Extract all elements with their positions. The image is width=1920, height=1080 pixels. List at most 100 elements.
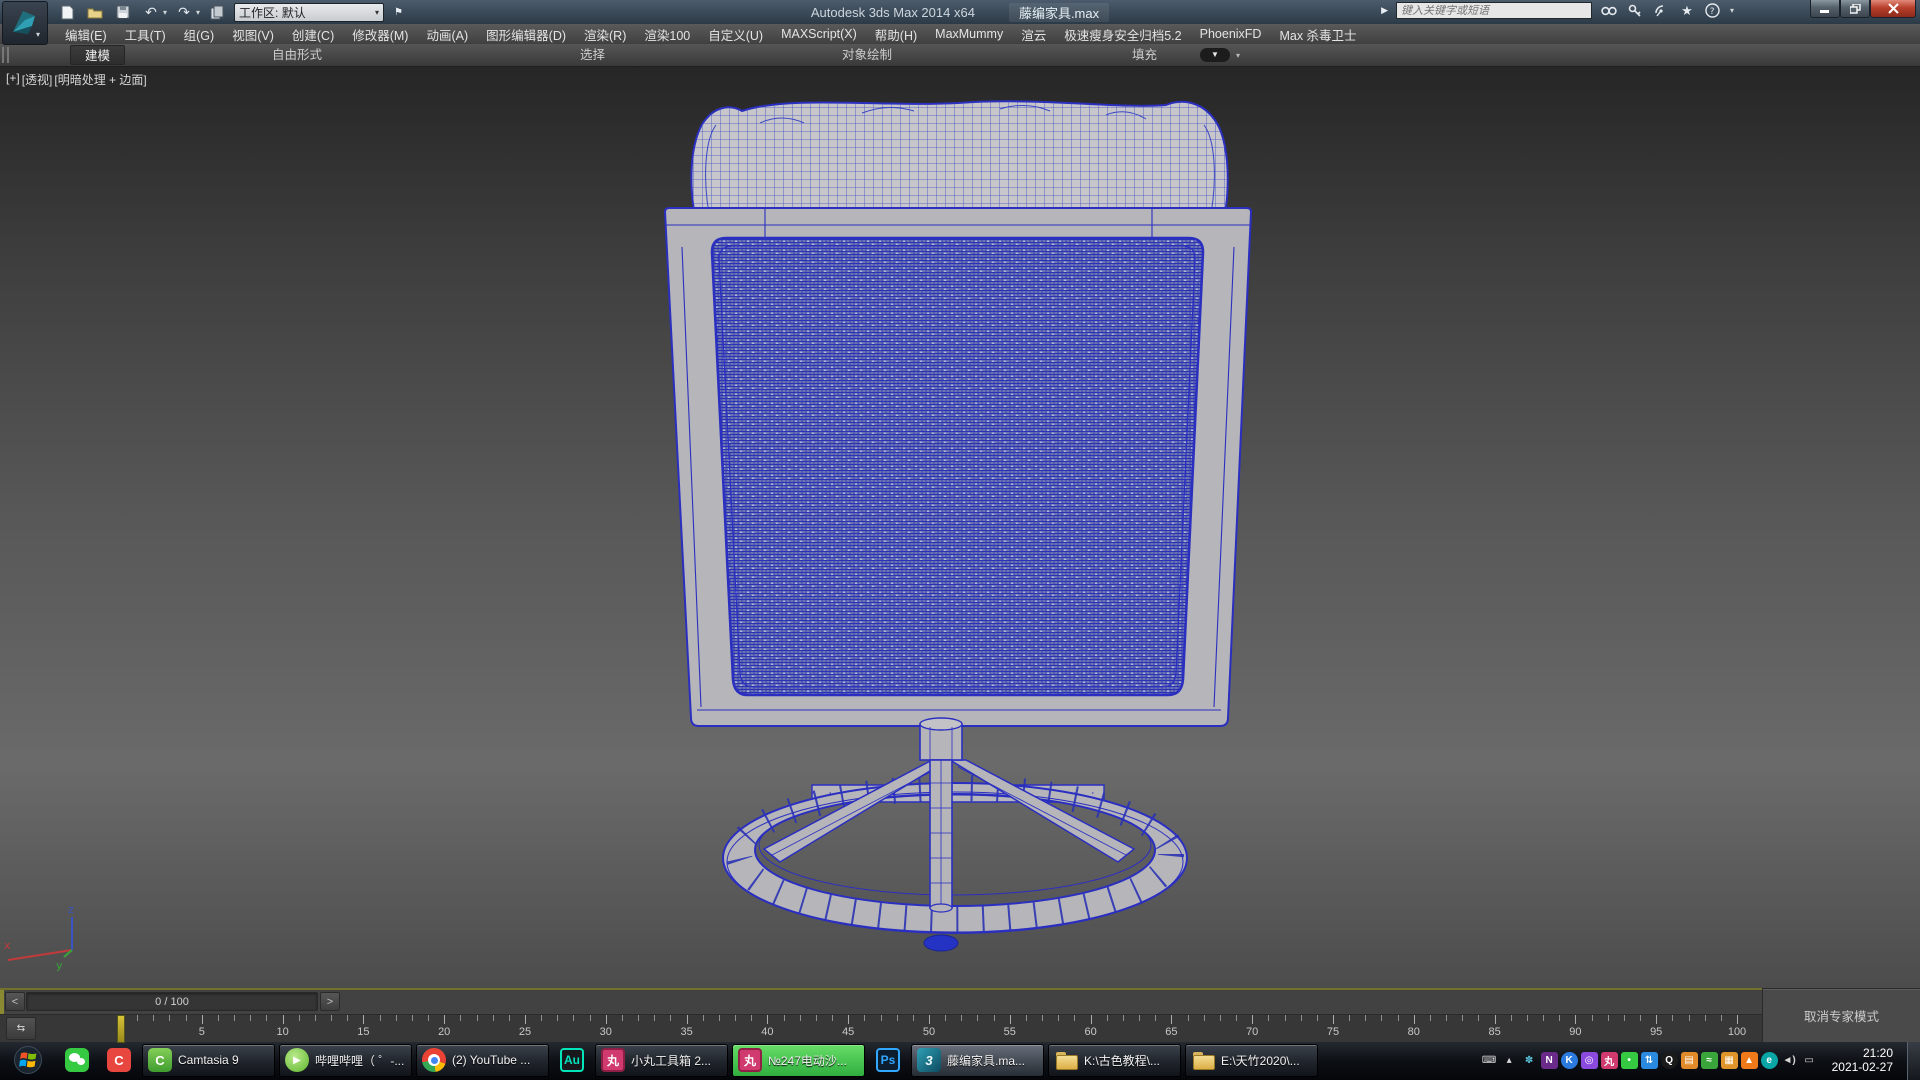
capture-tool-icon[interactable]: ✽ xyxy=(1521,1052,1538,1069)
taskbar-button-camtasia-9[interactable]: CCamtasia 9 xyxy=(142,1044,275,1077)
nx-clip-icon[interactable]: N xyxy=(1541,1052,1558,1069)
ribbon-tab[interactable]: 填充 xyxy=(1118,45,1171,65)
taskbar-button-explorer-k-drive[interactable]: K:\古色教程\... xyxy=(1048,1044,1181,1077)
menu-item[interactable]: 修改器(M) xyxy=(343,25,417,44)
menu-item[interactable]: MAXScript(X) xyxy=(772,27,866,41)
key-icon[interactable] xyxy=(1626,3,1644,19)
ruler-tick xyxy=(1430,1015,1431,1021)
help-dropdown-icon[interactable]: ▾ xyxy=(1730,6,1734,15)
new-file-icon[interactable] xyxy=(56,3,78,22)
touch-keyboard-icon[interactable]: ⌨ xyxy=(1481,1052,1498,1069)
taskbar-button-chrome-youtube[interactable]: (2) YouTube ... xyxy=(416,1044,549,1077)
workspace-flag-icon[interactable]: ⚑ xyxy=(394,7,403,18)
save-icon[interactable] xyxy=(112,3,134,22)
time-slider-handle[interactable] xyxy=(117,1015,125,1043)
folder-icon xyxy=(1191,1048,1215,1072)
menu-item[interactable]: 工具(T) xyxy=(116,25,175,44)
open-file-icon[interactable] xyxy=(84,3,106,22)
taskbar-button-wechat[interactable] xyxy=(58,1043,96,1077)
ruler-tick xyxy=(1689,1015,1690,1021)
time-ruler[interactable]: ⇆ 05101520253035404550556065707580859095… xyxy=(0,1014,1762,1042)
workspace-dropdown-arrow: ▾ xyxy=(375,8,379,17)
ruler-tick xyxy=(331,1015,332,1021)
qq-icon[interactable]: Q xyxy=(1661,1052,1678,1069)
taskbar-button-camtasia[interactable]: C xyxy=(100,1043,138,1077)
redo-dropdown-icon[interactable]: ▾ xyxy=(196,8,200,17)
project-folder-icon[interactable] xyxy=(206,3,228,22)
menu-item[interactable]: 帮助(H) xyxy=(866,25,926,44)
menu-item[interactable]: 创建(C) xyxy=(283,25,343,44)
taskbar-button-xiaowan-toolbox[interactable]: 丸小丸工具箱 2... xyxy=(595,1044,728,1077)
menu-item[interactable]: Max 杀毒卫士 xyxy=(1270,25,1365,44)
network-status-icon[interactable]: ▭ xyxy=(1801,1052,1818,1069)
ruler-tick xyxy=(1737,1015,1738,1024)
start-button[interactable] xyxy=(2,1040,54,1080)
ruler-tick xyxy=(541,1015,542,1021)
ruler-frame-label: 80 xyxy=(1408,1026,1420,1038)
ribbon-minimize-icon[interactable]: ▼ xyxy=(1200,48,1230,62)
window-close-button[interactable] xyxy=(1870,0,1916,18)
workspace-selector[interactable]: 工作区: 默认 ▾ xyxy=(234,3,384,22)
menu-item[interactable]: 视图(V) xyxy=(223,25,283,44)
menu-item[interactable]: 渲云 xyxy=(1012,25,1055,44)
ribbon-tab[interactable]: 建模 xyxy=(70,45,125,65)
menu-item[interactable]: 动画(A) xyxy=(417,25,477,44)
ruler-tick xyxy=(1204,1015,1205,1021)
search-input[interactable] xyxy=(1396,2,1592,19)
communication-center-icon[interactable] xyxy=(1652,3,1670,19)
mini-curve-editor-button[interactable]: ⇆ xyxy=(6,1017,36,1040)
ribbon-options-dropdown-icon[interactable]: ▾ xyxy=(1236,51,1240,60)
undo-dropdown-icon[interactable]: ▾ xyxy=(163,8,167,17)
menu-item[interactable]: 图形编辑器(D) xyxy=(477,25,575,44)
xiaowan-tray-icon[interactable]: 丸 xyxy=(1601,1052,1618,1069)
help-icon[interactable]: ? xyxy=(1704,3,1722,19)
undo-icon[interactable]: ↶ xyxy=(140,3,162,22)
ribbon-tab[interactable]: 选择 xyxy=(566,45,619,65)
show-hidden-icons-icon[interactable]: ▴ xyxy=(1501,1052,1518,1069)
wechat-tray-icon[interactable]: • xyxy=(1621,1052,1638,1069)
menu-item[interactable]: PhoenixFD xyxy=(1191,27,1271,41)
previous-frame-button[interactable]: < xyxy=(5,992,25,1011)
taskbar-button-explorer-e-drive[interactable]: E:\天竹2020\... xyxy=(1185,1044,1318,1077)
show-desktop-button[interactable] xyxy=(1907,1040,1920,1080)
ruler-tick xyxy=(977,1015,978,1021)
cancel-expert-mode-button[interactable]: 取消专家模式 xyxy=(1762,988,1920,1042)
taskbar-button-photoshop[interactable]: Ps xyxy=(869,1043,907,1077)
taskbar-button-xiaowan-no247[interactable]: 丸№247电动沙... xyxy=(732,1044,865,1077)
taskbar-button-audition[interactable]: Au xyxy=(553,1043,591,1077)
eset-icon[interactable]: e xyxy=(1761,1052,1778,1069)
menu-item[interactable]: 极速瘦身安全归档5.2 xyxy=(1055,25,1190,44)
taskbar-clock[interactable]: 21:20 2021-02-27 xyxy=(1832,1046,1893,1074)
menu-item[interactable]: 渲染(R) xyxy=(575,25,635,44)
volume-icon[interactable]: ◄) xyxy=(1781,1052,1798,1069)
window-restore-button[interactable] xyxy=(1840,0,1870,18)
ribbon-tab[interactable]: 自由形式 xyxy=(258,45,336,65)
menu-item[interactable]: 编辑(E) xyxy=(56,25,116,44)
redo-icon[interactable]: ↷ xyxy=(173,3,195,22)
wifi-share-icon[interactable]: ≈ xyxy=(1701,1052,1718,1069)
beauty-cam-icon[interactable]: ◎ xyxy=(1581,1052,1598,1069)
menu-item[interactable]: MaxMummy xyxy=(926,27,1012,41)
search-collapse-icon[interactable]: ▶ xyxy=(1381,5,1388,16)
time-slider-track[interactable]: 0 / 100 xyxy=(26,992,318,1011)
menu-item[interactable]: 自定义(U) xyxy=(699,25,772,44)
3dsmax-logo-button[interactable]: ▾ xyxy=(2,1,48,45)
ribbon-tab[interactable]: 对象绘制 xyxy=(828,45,906,65)
kuaishou-icon[interactable]: K xyxy=(1561,1052,1578,1069)
ribbon-grip-handle[interactable] xyxy=(2,47,9,63)
next-frame-button[interactable]: > xyxy=(320,992,340,1011)
taskbar-button-3dsmax-document[interactable]: 3藤编家具.ma... xyxy=(911,1044,1044,1077)
sync-tool-icon[interactable]: ⇅ xyxy=(1641,1052,1658,1069)
huorong-security-icon[interactable]: ▲ xyxy=(1741,1052,1758,1069)
menu-item[interactable]: 组(G) xyxy=(175,25,224,44)
favorites-star-icon[interactable]: ★ xyxy=(1678,3,1696,19)
taskbar-button-bilibili-window[interactable]: ▶哔哩哔哩（ ゜-... xyxy=(279,1044,412,1077)
search-icon[interactable] xyxy=(1600,3,1618,19)
chair-wireframe-canvas[interactable]: x z y xyxy=(0,67,1920,988)
photo-viewer-icon[interactable]: ▦ xyxy=(1721,1052,1738,1069)
menu-item[interactable]: 渲染100 xyxy=(635,25,699,44)
window-minimize-button[interactable] xyxy=(1810,0,1840,18)
perspective-viewport[interactable]: [+] [透视] [明暗处理 + 边面] xyxy=(0,67,1920,988)
workspace-label: 工作区: 默认 xyxy=(239,4,306,21)
browser-tray-icon[interactable]: ▤ xyxy=(1681,1052,1698,1069)
